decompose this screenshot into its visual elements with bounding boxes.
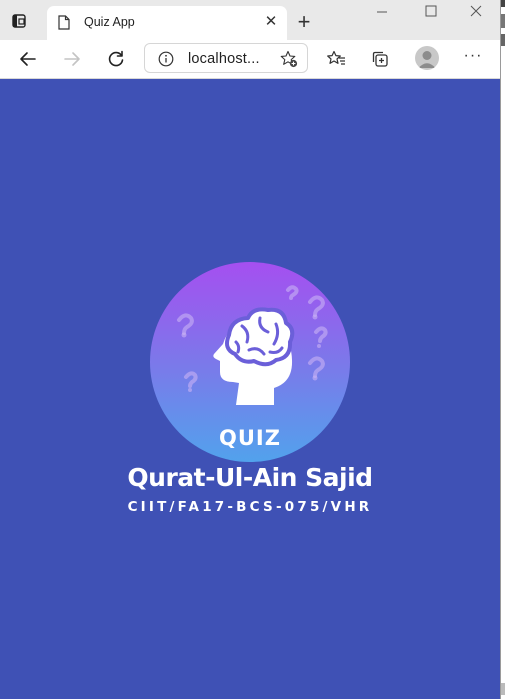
background-window-edge xyxy=(501,0,505,699)
student-name: Qurat-Ul-Ain Sajid xyxy=(127,463,373,492)
back-arrow-icon[interactable] xyxy=(18,49,38,69)
quiz-logo: QUIZ xyxy=(150,262,350,462)
info-icon[interactable] xyxy=(158,51,174,72)
add-favorite-icon[interactable] xyxy=(280,50,298,73)
page-viewport: QUIZ Qurat-Ul-Ain Sajid CIIT/FA17-BCS-07… xyxy=(0,79,500,699)
forward-arrow-icon[interactable] xyxy=(62,49,82,69)
profile-avatar-icon[interactable] xyxy=(415,46,439,70)
maximize-icon[interactable] xyxy=(424,4,442,22)
document-icon xyxy=(58,15,70,35)
quiz-logo-text: QUIZ xyxy=(219,426,281,450)
tab-strip: Quiz App ✕ + xyxy=(0,0,500,40)
registration-number: CIIT/FA17-BCS-075/VHR xyxy=(127,499,373,515)
address-url: localhost... xyxy=(188,51,260,67)
close-window-icon[interactable] xyxy=(469,4,487,22)
favorites-icon[interactable] xyxy=(326,49,346,69)
minimize-icon[interactable] xyxy=(375,4,393,22)
collections-icon[interactable] xyxy=(370,49,390,69)
new-tab-button[interactable]: + xyxy=(294,11,314,33)
more-options-icon[interactable]: ··· xyxy=(462,46,484,68)
tab-actions-icon[interactable] xyxy=(10,12,28,30)
address-bar[interactable]: localhost... xyxy=(144,43,308,73)
close-tab-icon[interactable]: ✕ xyxy=(264,14,278,29)
browser-toolbar: localhost... ··· xyxy=(0,40,500,79)
tab-quiz-app[interactable]: Quiz App ✕ xyxy=(47,6,287,40)
browser-window: Quiz App ✕ + localhost... ··· QUIZ Qurat… xyxy=(0,0,501,699)
tab-title: Quiz App xyxy=(84,15,135,29)
refresh-icon[interactable] xyxy=(106,49,126,69)
